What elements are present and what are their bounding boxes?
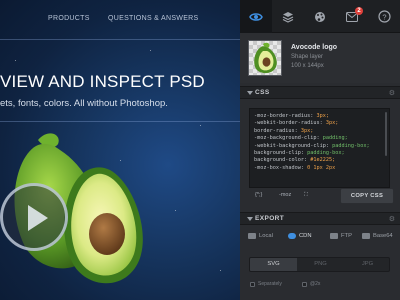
tool-help[interactable]: ? <box>368 0 400 33</box>
selected-layer-info: Avocode logo Shape layer 100 x 144px <box>240 33 400 83</box>
export-cdn-label: CDN <box>299 233 312 239</box>
css-code-lines: -moz-border-radius: 3px; -webkit-border-r… <box>254 113 389 172</box>
play-icon <box>28 205 48 231</box>
css-code-line: background-color: #1e2225; <box>254 157 389 164</box>
star <box>200 125 201 126</box>
css-value: padding-box; <box>328 142 370 149</box>
export-ftp-option[interactable]: FTP <box>330 233 352 239</box>
export-options: Separately @2x <box>240 280 400 292</box>
notification-badge: 2 <box>355 7 363 15</box>
export-base64-label: Base64 <box>373 233 393 239</box>
export-base64-option[interactable]: Base64 <box>362 233 393 239</box>
gear-icon[interactable]: ⚙ <box>389 215 395 223</box>
export-destinations: Local CDN FTP Base64 <box>240 230 400 248</box>
website-preview: PRODUCTS QUESTIONS & ANSWERS VIEW AND IN… <box>0 0 240 300</box>
tool-colors[interactable] <box>304 0 336 33</box>
code-scrollbar[interactable] <box>385 112 387 156</box>
svg-text:?: ? <box>382 12 386 21</box>
css-code-line: border-radius: 3px; <box>254 128 389 135</box>
export-section-header[interactable]: EXPORT ⚙ <box>240 212 400 225</box>
nav-item-products[interactable]: PRODUCTS <box>48 15 90 22</box>
css-value: 3px; <box>322 120 339 127</box>
hero-headline: VIEW AND INSPECT PSD <box>0 72 205 91</box>
retina-2x-label: @2x <box>310 281 321 287</box>
css-value: 3px; <box>297 127 314 134</box>
server-icon <box>330 233 338 239</box>
checkbox-icon <box>302 281 307 287</box>
css-property: border-radius: <box>254 127 298 134</box>
site-nav: PRODUCTS QUESTIONS & ANSWERS <box>0 15 240 27</box>
hero-tagline: ets, fonts, colors. All without Photosho… <box>0 98 168 109</box>
cloud-icon <box>288 233 296 239</box>
layer-name: Avocode logo <box>291 44 338 51</box>
avocado-thumbnail-icon <box>254 42 277 74</box>
css-property: -webkit-border-radius: <box>254 120 323 127</box>
play-video-button[interactable] <box>0 183 68 251</box>
tool-inspect[interactable] <box>240 0 272 33</box>
css-value: #1e2225; <box>307 157 336 164</box>
css-section-title: CSS <box>255 89 270 96</box>
css-code-line: -moz-background-clip: padding; <box>254 135 389 142</box>
chevron-down-icon <box>247 217 253 221</box>
palette-icon <box>315 11 325 22</box>
nav-item-questions-answers[interactable]: QUESTIONS & ANSWERS <box>108 15 199 22</box>
layers-icon <box>282 11 294 23</box>
expand-code-button[interactable]: ⛶ <box>304 192 308 199</box>
tool-layers[interactable] <box>272 0 304 33</box>
file-type-jpg[interactable]: JPG <box>344 258 389 271</box>
file-type-selector: SVG PNG JPG <box>249 257 390 272</box>
folder-icon <box>248 233 256 239</box>
css-property: -moz-background-clip: <box>254 135 320 142</box>
eye-icon <box>249 12 263 21</box>
css-value: padding-box; <box>303 150 345 157</box>
inspector-panel: 2 ? Avocode logo Shape layer 100 x 144px… <box>240 0 400 300</box>
chevron-down-icon <box>247 91 253 95</box>
layer-thumbnail <box>248 40 282 76</box>
star <box>150 50 151 51</box>
gear-icon[interactable]: ⚙ <box>389 89 395 97</box>
toggle-vendor-prefix-button[interactable]: -moz <box>279 192 291 198</box>
css-code-line: -moz-border-radius: 3px; <box>254 113 389 120</box>
layer-type: Shape layer <box>291 54 324 60</box>
css-value: 3px; <box>313 113 329 119</box>
file-type-svg[interactable]: SVG <box>250 258 297 271</box>
file-type-png[interactable]: PNG <box>297 258 344 271</box>
css-code-line: -webkit-background-clip: padding-box; <box>254 143 389 150</box>
css-code-line: -webkit-border-radius: 3px; <box>254 120 389 127</box>
css-property: -webkit-background-clip: <box>254 142 329 149</box>
css-property: -moz-border-radius: <box>254 113 314 119</box>
css-value: padding; <box>319 135 348 142</box>
export-ftp-label: FTP <box>341 233 352 239</box>
separately-checkbox[interactable]: Separately <box>250 281 282 287</box>
avocado-pit-shape <box>89 213 125 255</box>
help-icon: ? <box>377 10 391 23</box>
css-code-block[interactable]: -moz-border-radius: 3px; -webkit-border-r… <box>249 108 390 188</box>
guide-line <box>0 39 240 40</box>
copy-css-button[interactable]: COPY CSS <box>340 188 394 204</box>
star <box>15 60 16 61</box>
retina-2x-checkbox[interactable]: @2x <box>302 281 320 287</box>
checkbox-icon <box>250 281 255 287</box>
tool-notifications[interactable]: 2 <box>336 0 368 33</box>
inspector-toolbar: 2 ? <box>240 0 400 33</box>
css-property: background-color: <box>254 157 308 164</box>
toggle-braces-button[interactable]: {*;} <box>255 192 262 198</box>
css-code-line: background-clip: padding-box; <box>254 150 389 157</box>
code-icon <box>362 233 370 239</box>
layer-dimensions: 100 x 144px <box>291 63 324 69</box>
export-section-title: EXPORT <box>255 215 285 222</box>
guide-line <box>0 121 240 122</box>
css-property: background-clip: <box>254 150 304 157</box>
export-local-label: Local <box>259 233 273 239</box>
css-section-header[interactable]: CSS ⚙ <box>240 86 400 99</box>
export-cdn-option[interactable]: CDN <box>288 233 312 239</box>
separately-label: Separately <box>258 281 282 287</box>
export-local-option[interactable]: Local <box>248 233 273 239</box>
code-fade-overlay <box>250 167 389 187</box>
